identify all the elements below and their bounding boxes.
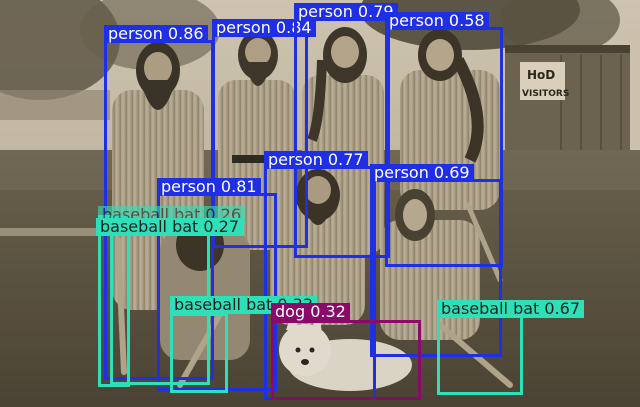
person-label-6: person 0.81	[157, 178, 261, 196]
person-label-5: person 0.77	[264, 151, 368, 169]
detection-image: HoD VISITORS person 0.86 person 0.84 per…	[0, 0, 640, 407]
bat-box-3	[170, 313, 228, 393]
bat-label-2: baseball bat 0.27	[96, 218, 244, 236]
person-label-4: person 0.58	[385, 12, 489, 30]
bat-label-4: baseball bat 0.67	[437, 300, 585, 318]
dog-label: dog 0.32	[271, 303, 350, 321]
person-label-3: person 0.79	[294, 3, 398, 21]
person-label-7: person 0.69	[370, 164, 474, 182]
bat-box-4	[437, 315, 523, 395]
person-label-1: person 0.86	[104, 25, 208, 43]
dog-box	[271, 320, 421, 400]
